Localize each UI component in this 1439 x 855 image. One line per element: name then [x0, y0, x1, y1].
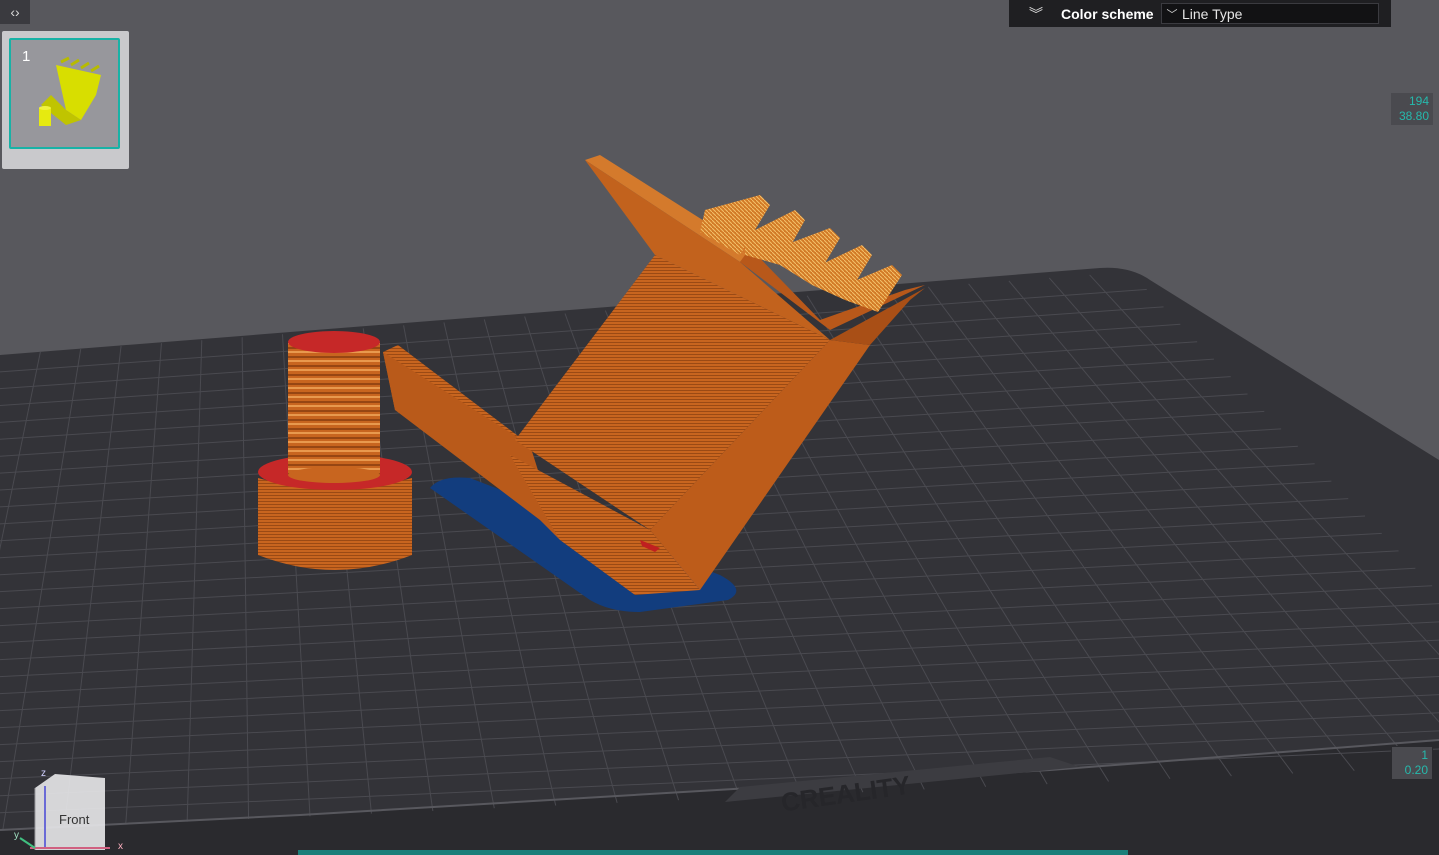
scene-canvas[interactable]: CREALITY	[0, 0, 1439, 855]
collapse-panel-button[interactable]: ‹›	[0, 0, 30, 24]
plate-preview-image	[39, 56, 101, 126]
top-layer-height: 38.80	[1398, 109, 1429, 123]
plate-thumbnail-1[interactable]: 1	[2, 31, 129, 169]
double-chevron-down-icon[interactable]: ︾	[1019, 0, 1053, 27]
3d-viewport[interactable]: CREALITY	[0, 0, 1439, 855]
z-axis-label: z	[41, 768, 46, 779]
x-axis-label: x	[118, 841, 123, 852]
layer-slider-bottom-readout[interactable]: 1 0.20	[1391, 746, 1433, 780]
layer-slider-top-readout[interactable]: 194 38.80	[1391, 93, 1433, 125]
view-cube[interactable]: Front z y x	[14, 768, 124, 855]
color-scheme-panel: ︾ Color scheme ﹀ Line Type	[1009, 0, 1391, 27]
code-chevrons-icon: ‹›	[10, 4, 20, 20]
bottom-layer-number: 1	[1421, 748, 1428, 762]
view-cube-front-face[interactable]: Front	[59, 812, 89, 827]
color-scheme-select[interactable]: ﹀ Line Type	[1161, 3, 1379, 24]
color-scheme-label: Color scheme	[1061, 5, 1154, 22]
color-scheme-value: Line Type	[1182, 5, 1243, 22]
chevron-down-icon: ﹀	[1166, 8, 1178, 21]
y-axis-label: y	[14, 830, 19, 841]
horizontal-move-slider[interactable]	[298, 850, 1128, 855]
top-layer-number: 194	[1408, 94, 1429, 108]
plate-thumbnail-frame: 1	[9, 38, 120, 149]
bottom-layer-height: 0.20	[1404, 763, 1428, 777]
